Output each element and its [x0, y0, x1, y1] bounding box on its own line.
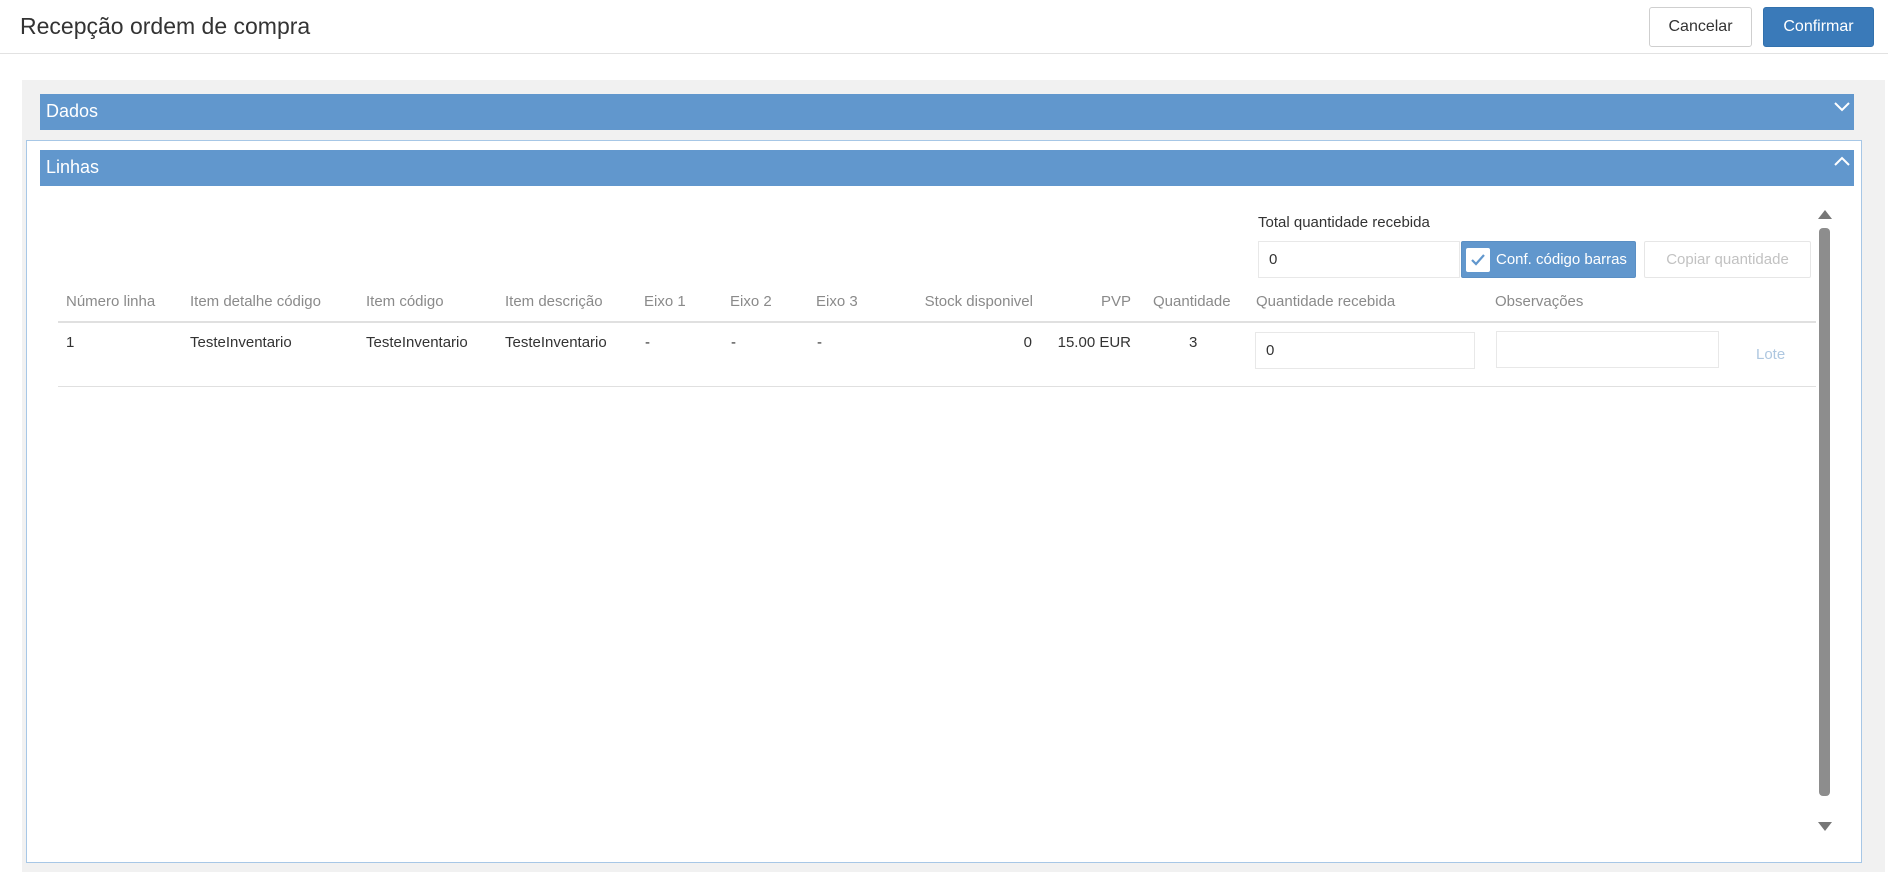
- panel-title-linhas: Linhas: [46, 157, 100, 177]
- cell-item-descricao: TesteInventario: [505, 334, 607, 351]
- panel-header-dados[interactable]: Dados: [40, 94, 1854, 130]
- chevron-up-icon[interactable]: [1832, 152, 1852, 172]
- page-header: Recepção ordem de compra Cancelar Confir…: [0, 0, 1888, 54]
- cell-eixo-3: -: [817, 334, 822, 351]
- page-title: Recepção ordem de compra: [20, 13, 311, 39]
- cell-quantidade: 3: [1189, 334, 1198, 351]
- column-header-eixo-1[interactable]: Eixo 1: [644, 293, 686, 310]
- column-header-numero-linha[interactable]: Número linha: [66, 293, 155, 310]
- scroll-up-arrow-icon[interactable]: [1818, 210, 1832, 219]
- cell-pvp: 15.00 EUR: [1057, 334, 1131, 351]
- column-header-item-codigo[interactable]: Item código: [366, 293, 444, 310]
- cell-eixo-2: -: [731, 334, 736, 351]
- cancel-button[interactable]: Cancelar: [1649, 7, 1752, 47]
- received-quantity-input[interactable]: [1255, 332, 1475, 369]
- panel-header-linhas[interactable]: Linhas: [40, 150, 1854, 186]
- column-header-stock-disponivel[interactable]: Stock disponivel: [870, 293, 1033, 310]
- copy-quantity-button[interactable]: Copiar quantidade: [1644, 241, 1811, 278]
- column-header-eixo-2[interactable]: Eixo 2: [730, 293, 772, 310]
- scroll-down-arrow-icon[interactable]: [1818, 822, 1832, 831]
- cell-eixo-1: -: [645, 334, 650, 351]
- column-header-observacoes[interactable]: Observações: [1495, 293, 1583, 310]
- column-header-pvp[interactable]: PVP: [1040, 293, 1131, 310]
- checkbox-checked-icon[interactable]: [1466, 247, 1490, 272]
- total-quantity-input[interactable]: [1258, 241, 1460, 278]
- column-header-eixo-3[interactable]: Eixo 3: [816, 293, 858, 310]
- cell-item-codigo: TesteInventario: [366, 334, 468, 351]
- observations-input[interactable]: [1496, 331, 1719, 368]
- lote-link[interactable]: Lote: [1756, 346, 1785, 363]
- total-quantity-label: Total quantidade recebida: [1258, 214, 1430, 231]
- table-header-divider: [58, 321, 1816, 323]
- column-header-quantidade-recebida[interactable]: Quantidade recebida: [1256, 293, 1395, 310]
- cell-numero-linha: 1: [66, 334, 75, 351]
- column-header-item-descricao[interactable]: Item descrição: [505, 293, 603, 310]
- table-row-divider: [58, 386, 1816, 387]
- barcode-confirm-label: Conf. código barras: [1496, 251, 1627, 268]
- column-header-quantidade[interactable]: Quantidade: [1153, 293, 1231, 310]
- chevron-down-icon[interactable]: [1832, 96, 1852, 116]
- cell-stock-disponivel: 0: [1023, 334, 1032, 351]
- column-header-item-detalhe-codigo[interactable]: Item detalhe código: [190, 293, 321, 310]
- panel-title-dados: Dados: [46, 101, 99, 121]
- barcode-confirm-toggle[interactable]: Conf. código barras: [1461, 241, 1636, 278]
- cell-item-detalhe-codigo: TesteInventario: [190, 334, 292, 351]
- confirm-button[interactable]: Confirmar: [1763, 7, 1874, 47]
- vertical-scrollbar[interactable]: [1819, 228, 1830, 796]
